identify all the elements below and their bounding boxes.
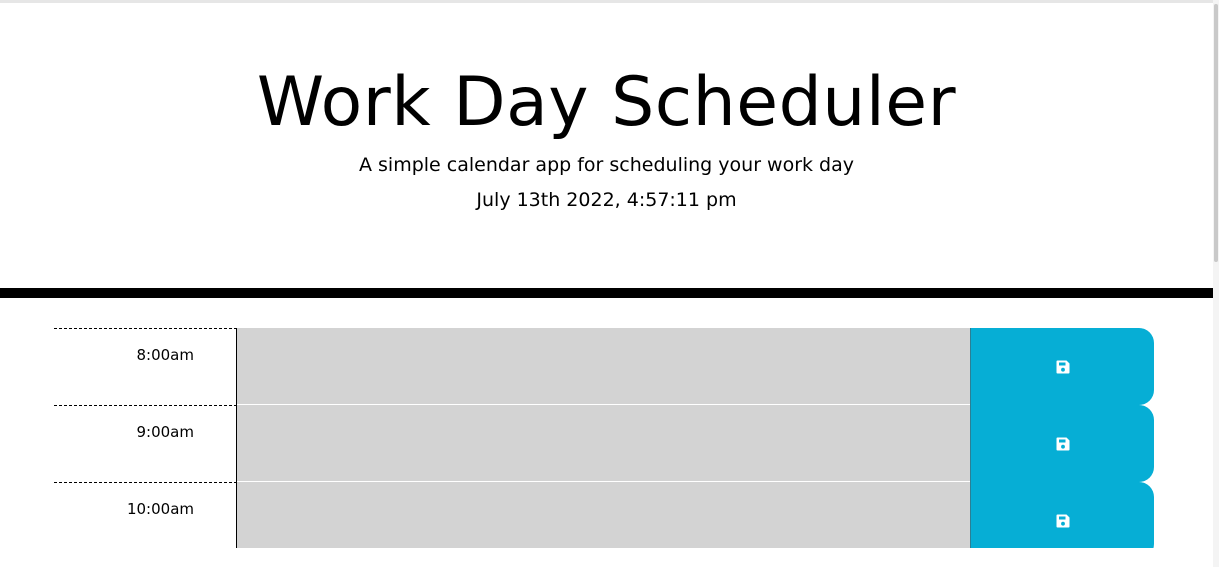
event-description-input[interactable] bbox=[237, 405, 970, 482]
time-block-row: 9:00am bbox=[54, 405, 1154, 482]
save-button[interactable] bbox=[970, 405, 1154, 482]
floppy-disk-icon bbox=[1056, 360, 1069, 373]
page-title: Work Day Scheduler bbox=[256, 63, 957, 142]
floppy-disk-icon bbox=[1056, 514, 1069, 527]
page-subtitle: A simple calendar app for scheduling you… bbox=[358, 154, 855, 176]
event-description-input[interactable] bbox=[237, 328, 970, 405]
hour-label: 8:00am bbox=[54, 328, 237, 405]
time-block-row: 8:00am bbox=[54, 328, 1154, 405]
header-divider bbox=[0, 288, 1213, 298]
scrollbar-track[interactable] bbox=[1213, 0, 1219, 567]
save-button[interactable] bbox=[970, 328, 1154, 405]
current-day-display: July 13th 2022, 4:57:11 pm bbox=[476, 189, 737, 211]
viewport-bottom-edge bbox=[0, 548, 1213, 567]
scrollbar-thumb[interactable] bbox=[1214, 4, 1218, 262]
hour-label: 9:00am bbox=[54, 405, 237, 482]
time-block-list: 8:00am 9:00am 10:00am bbox=[54, 328, 1154, 559]
floppy-disk-icon bbox=[1056, 437, 1069, 450]
page-header: Work Day Scheduler A simple calendar app… bbox=[0, 3, 1213, 288]
